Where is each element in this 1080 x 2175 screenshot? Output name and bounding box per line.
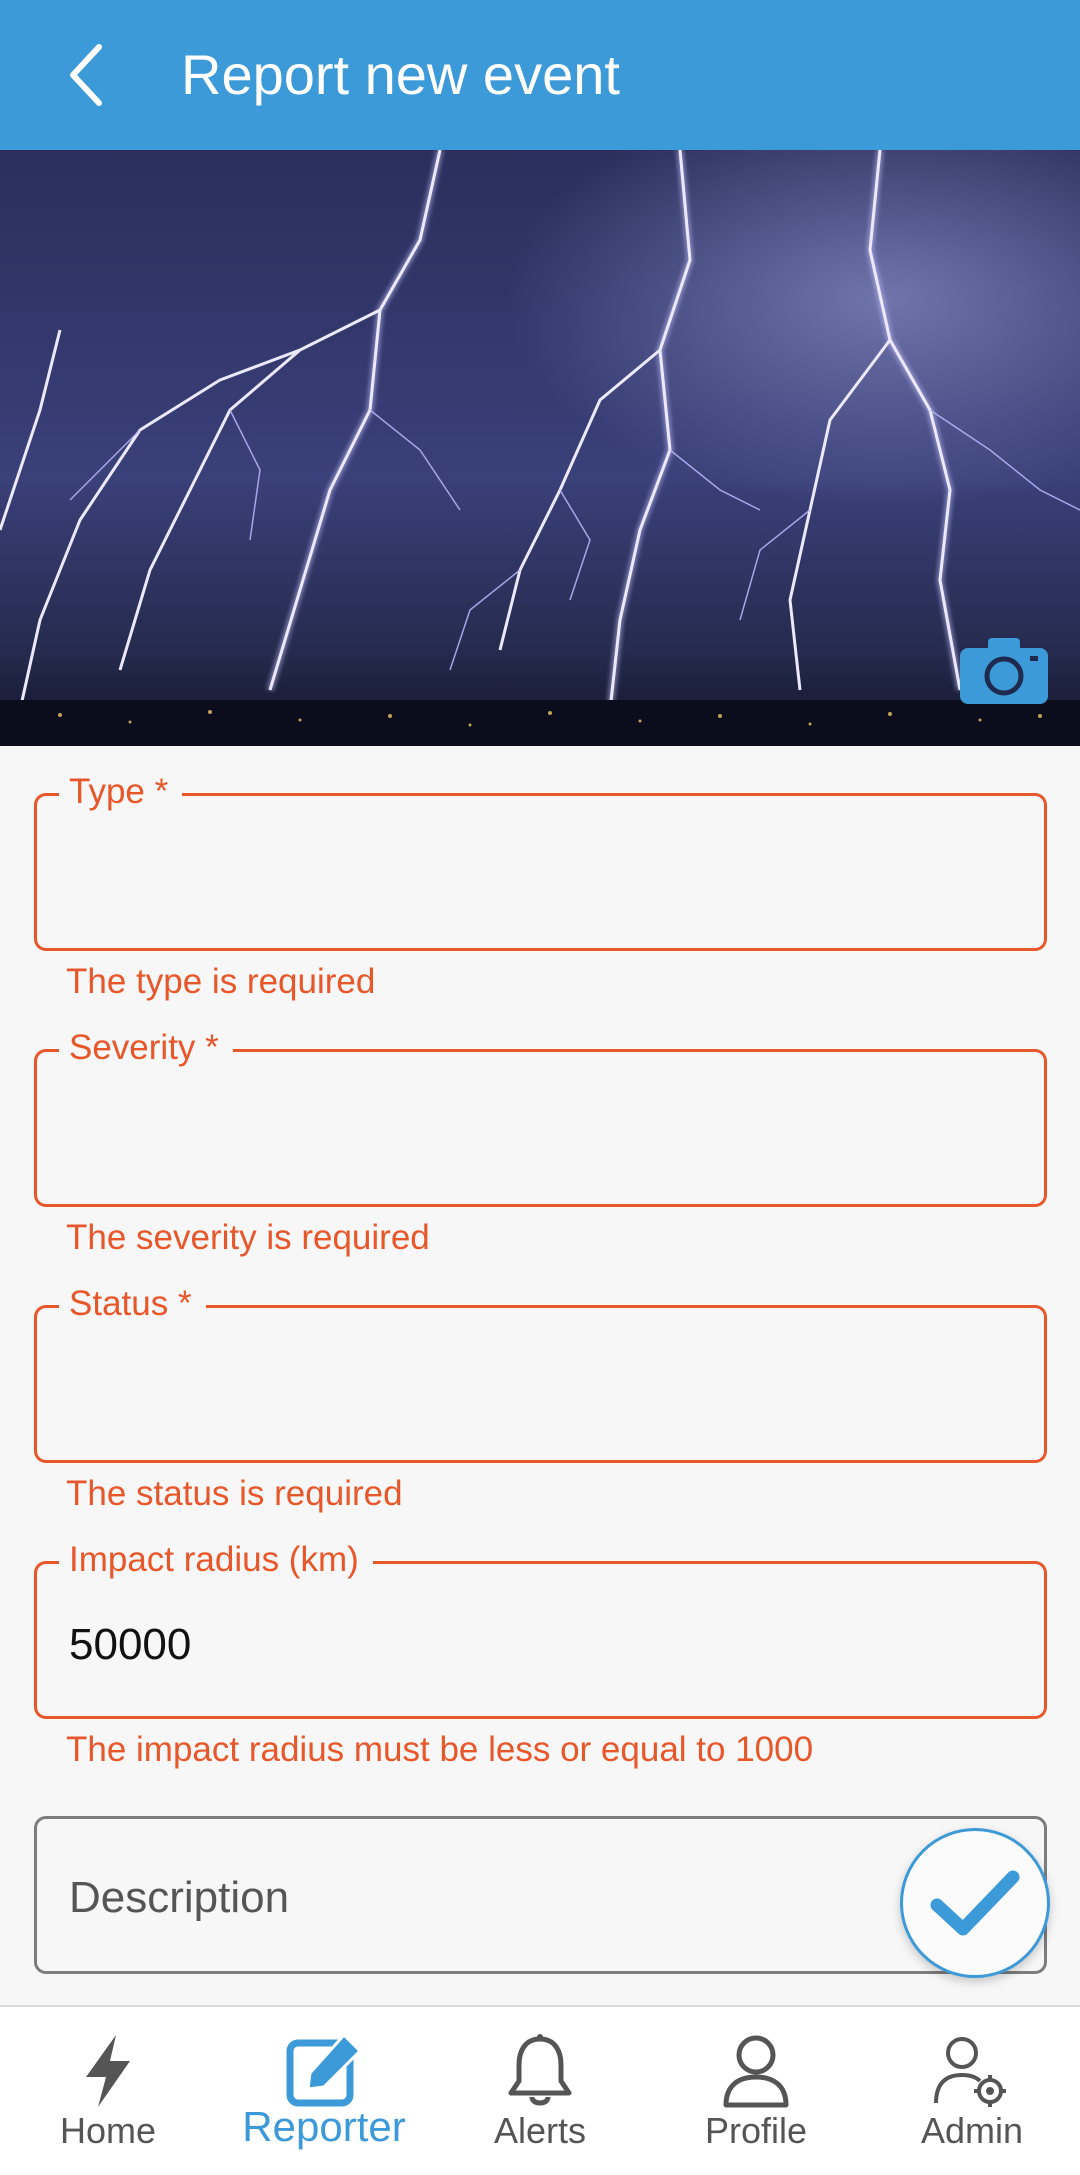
status-error: The status is required (66, 1474, 403, 1513)
page-title: Report new event (181, 43, 620, 106)
severity-field[interactable]: Severity * (34, 1026, 1047, 1207)
nav-item-home[interactable]: Home (0, 2007, 216, 2175)
bell-icon (508, 2034, 572, 2106)
nav-item-reporter[interactable]: Reporter (216, 2007, 432, 2175)
status-label: Status * (59, 1282, 206, 1326)
event-photo (0, 150, 1080, 746)
change-photo-button[interactable] (958, 634, 1050, 706)
back-button[interactable] (40, 30, 130, 120)
nav-item-profile[interactable]: Profile (648, 2007, 864, 2175)
check-icon (930, 1870, 1020, 1936)
impact-radius-label: Impact radius (km) (59, 1538, 373, 1582)
type-field[interactable]: Type * (34, 770, 1047, 951)
impact-radius-value: 50000 (69, 1620, 192, 1669)
severity-label: Severity * (59, 1026, 233, 1070)
camera-icon (960, 638, 1048, 704)
severity-error: The severity is required (66, 1218, 430, 1257)
status-field[interactable]: Status * (34, 1282, 1047, 1463)
admin-icon (934, 2037, 1006, 2107)
impact-radius-field[interactable]: Impact radius (km) 50000 (34, 1538, 1047, 1719)
description-field[interactable]: Description (34, 1816, 1047, 1974)
type-error: The type is required (66, 962, 376, 1001)
lightning-icon (86, 2035, 130, 2107)
chevron-left-icon (70, 44, 102, 106)
impact-radius-error: The impact radius must be less or equal … (66, 1730, 814, 1769)
nav-item-admin[interactable]: Admin (864, 2007, 1080, 2175)
nav-label-home: Home (59, 2110, 157, 2151)
description-placeholder: Description (69, 1873, 290, 1922)
submit-button[interactable] (900, 1828, 1050, 1978)
type-label: Type * (59, 770, 183, 814)
edit-icon (286, 2033, 363, 2107)
bottom-navigation: Home Reporter Alerts Profile Admin (0, 2005, 1080, 2175)
nav-label-admin: Admin (920, 2110, 1024, 2151)
nav-label-alerts: Alerts (493, 2110, 587, 2151)
app-bar: Report new event (0, 0, 1080, 150)
nav-label-reporter: Reporter (242, 2103, 406, 2150)
nav-label-profile: Profile (704, 2110, 808, 2151)
person-icon (723, 2035, 789, 2108)
nav-item-alerts[interactable]: Alerts (432, 2007, 648, 2175)
